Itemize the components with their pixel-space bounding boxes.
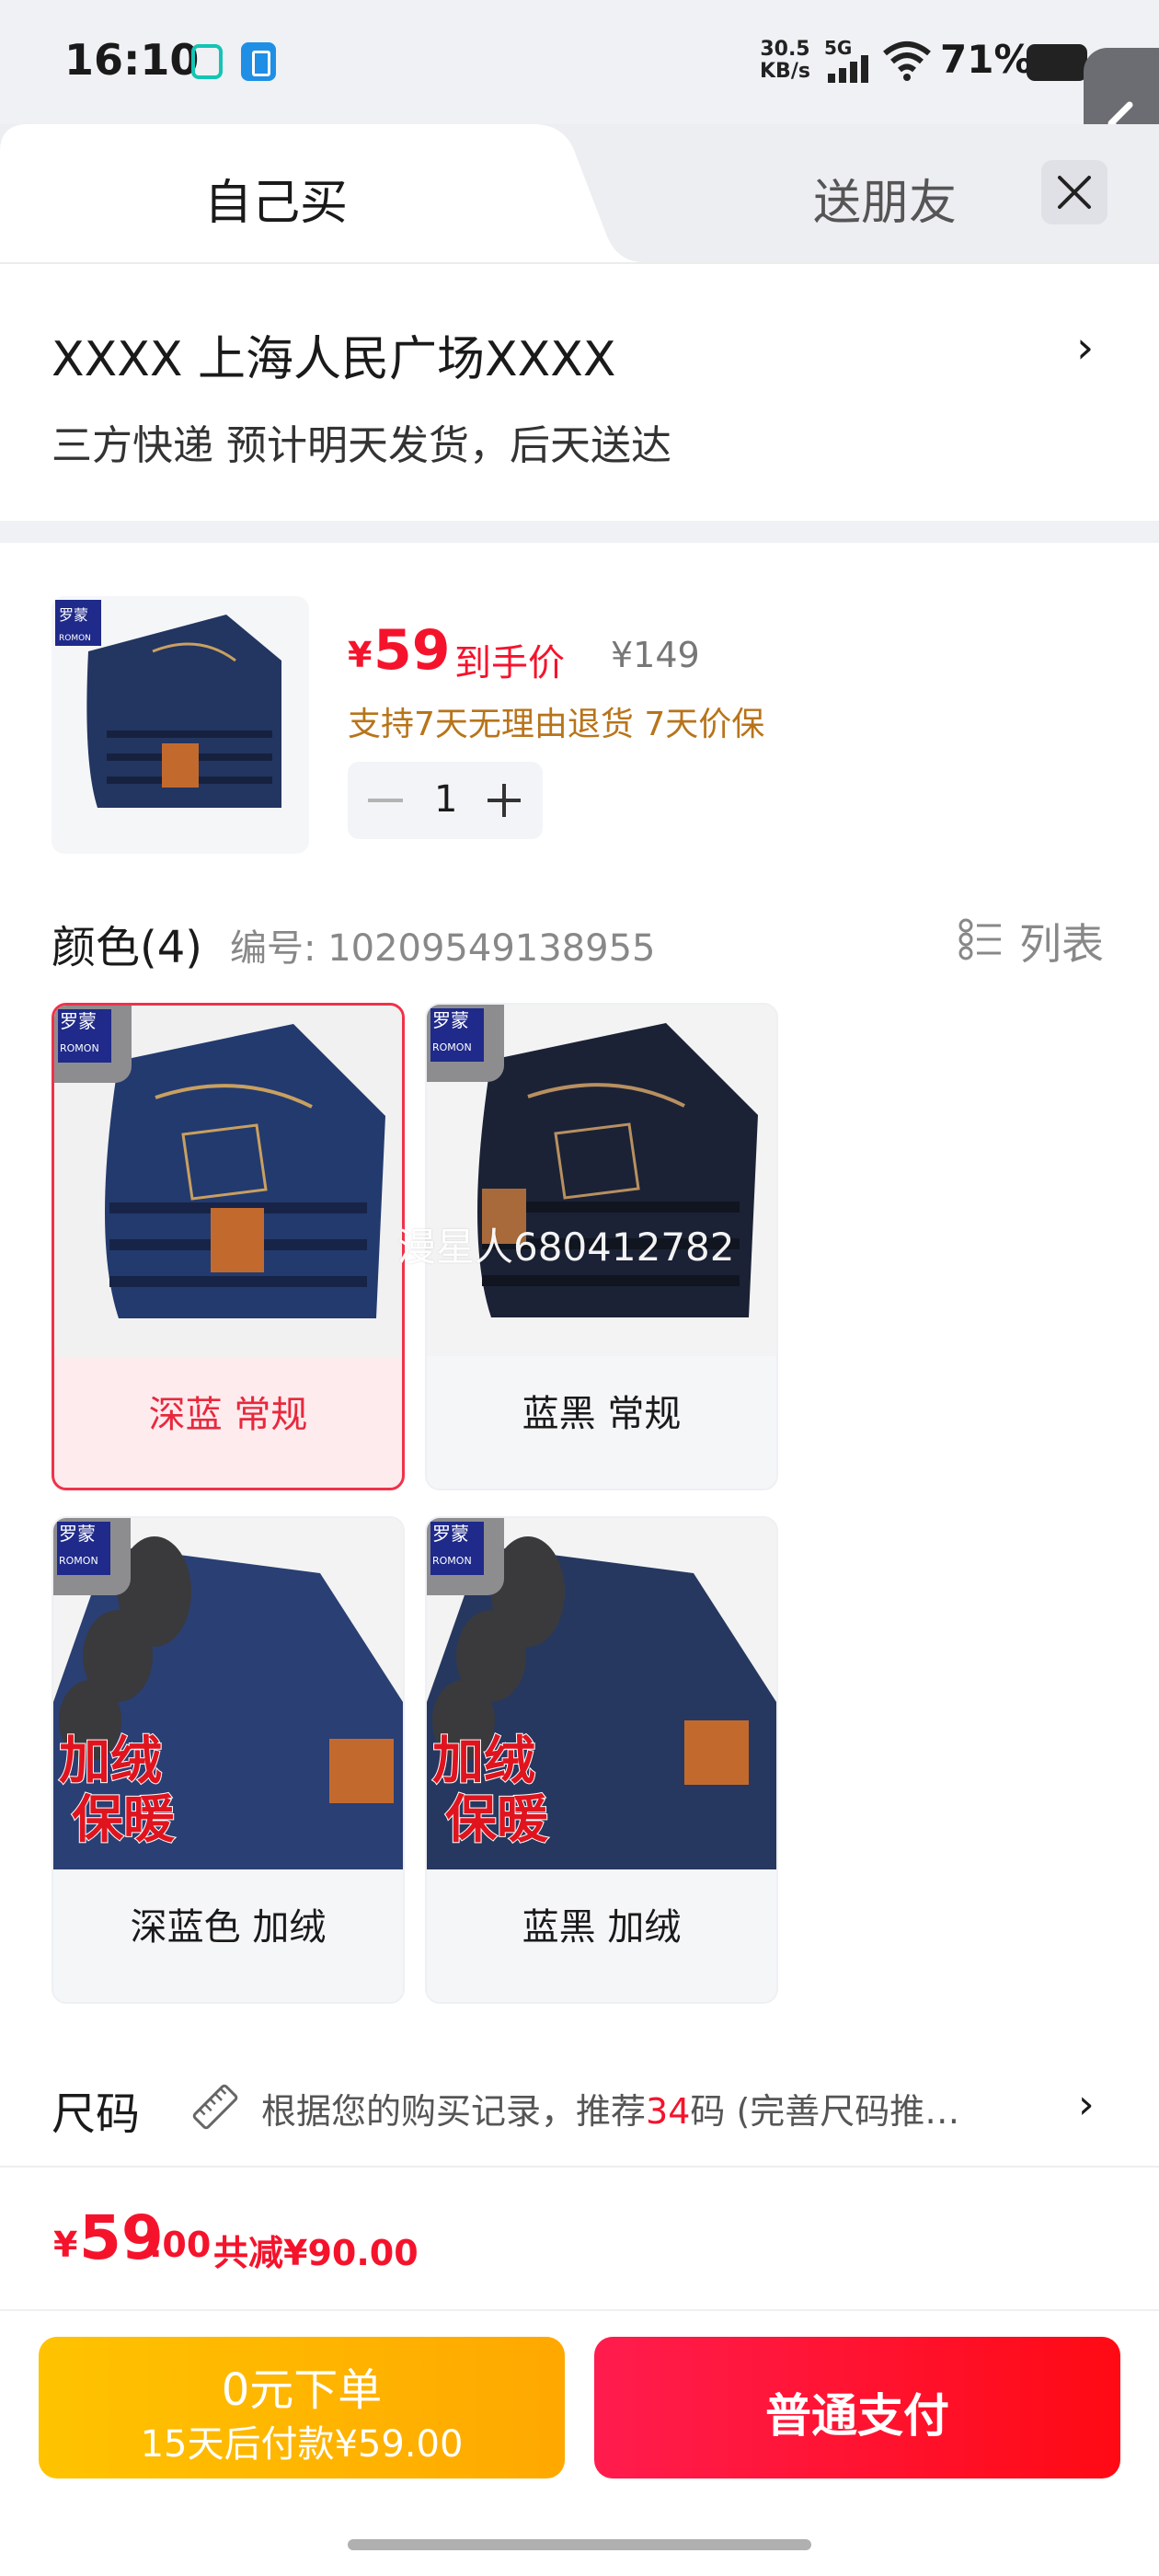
normal-pay-button[interactable]: 普通支付 [594,2337,1120,2478]
product-thumbnail[interactable]: 罗蒙 ROMON [52,596,309,854]
divider [0,2309,1159,2311]
watermark: 漫星人680412782 [397,1225,735,1270]
color-option-label: 深蓝 常规 [148,1394,308,1436]
color-title: 颜色(4) [52,922,202,973]
return-guarantee: 支持7天无理由退货 7天价保 [348,706,765,743]
close-icon [1058,176,1091,209]
address-title[interactable]: XXXX 上海人民广场XXXX [52,320,616,389]
battery-percent: 71% [940,37,1033,82]
quantity-stepper: 1 [348,762,543,839]
list-label[interactable]: 列表 [1019,911,1104,972]
pay-later-button[interactable]: 0元下单 15天后付款¥59.00 [39,2337,565,2478]
svg-text:ROMON: ROMON [59,634,91,643]
net-speed-unit: KB/s [760,60,810,83]
promo-warm-text: 保暖 [71,1790,176,1850]
list-icon [958,918,1001,960]
brand-logo: 罗蒙 ROMON [53,1518,131,1595]
total-currency: ¥ [53,2225,78,2265]
color-option-label: 蓝黑 加绒 [522,1906,682,1949]
product-code: 编号: 10209549138955 [230,927,656,970]
final-price: 59 [373,618,451,683]
recommended-size: 34 [646,2091,691,2132]
phone-notification-icon [241,42,276,81]
signal-icon [828,55,868,83]
size-title: 尺码 [52,2088,141,2140]
original-price: ¥149 [611,635,700,675]
brand-logo: 罗蒙 ROMON [54,1006,132,1083]
net-speed-value: 30.5 [760,38,810,61]
color-option-label: 深蓝色 加绒 [130,1906,327,1949]
jeans-image: 罗蒙 ROMON [52,596,309,854]
chevron-right-icon[interactable]: › [1078,2081,1095,2128]
promo-fleece-text: 加绒 [58,1731,163,1791]
brand-logo: 罗蒙 ROMON [427,1005,504,1082]
section-divider [0,521,1159,543]
normal-pay-label: 普通支付 [765,2389,949,2443]
size-recommendation[interactable]: 根据您的购买记录，推荐34码 (完善尺码推… [261,2083,1039,2133]
promo-fleece-text: 加绒 [431,1731,536,1791]
tab-gift[interactable]: 送朋友 [813,164,957,233]
wifi-icon [883,41,931,81]
pay-later-subtitle: 15天后付款¥59.00 [140,2423,464,2466]
color-option-label: 蓝黑 常规 [522,1393,682,1435]
quantity-value: 1 [434,778,458,821]
price-currency: ¥ [348,635,373,675]
color-option-dark-blue-fleece[interactable]: 罗蒙 ROMON 加绒 保暖 深蓝色 加绒 [52,1516,405,2004]
svg-text:罗蒙: 罗蒙 [59,606,88,624]
plus-icon-vertical [502,784,506,817]
home-indicator[interactable] [348,2539,811,2550]
total-price-decimal: .00 [149,2225,212,2265]
divider [0,262,1159,264]
color-option-navy-black-fleece[interactable]: 罗蒙 ROMON 加绒 保暖 蓝黑 加绒 [425,1516,778,2004]
ruler-icon [192,2084,238,2130]
net-speed: 30.5 KB/s [760,39,810,83]
status-time: 16:10 [64,35,200,85]
minus-button[interactable] [368,799,403,802]
battery-icon [1027,44,1087,81]
list-view-toggle[interactable]: 列表 [958,909,1115,969]
status-bar: 16:10 30.5 KB/s 5G 71% [0,0,1159,124]
delivery-estimate: 三方快递 预计明天发货，后天送达 [52,422,671,469]
final-price-label: 到手价 [454,642,565,684]
promo-warm-text: 保暖 [444,1790,549,1850]
divider [0,2166,1159,2168]
color-option-dark-blue-regular[interactable]: 罗蒙 ROMON 深蓝 常规 [52,1003,405,1490]
pay-later-title: 0元下单 [221,2364,383,2416]
tab-self-buy-label[interactable]: 自己买 [204,164,348,233]
total-savings: 共减¥90.00 [213,2233,419,2273]
app-notification-icon [191,44,223,79]
close-button[interactable] [1041,160,1107,224]
brand-logo: 罗蒙 ROMON [427,1518,504,1595]
chevron-right-icon[interactable]: › [1076,322,1094,374]
